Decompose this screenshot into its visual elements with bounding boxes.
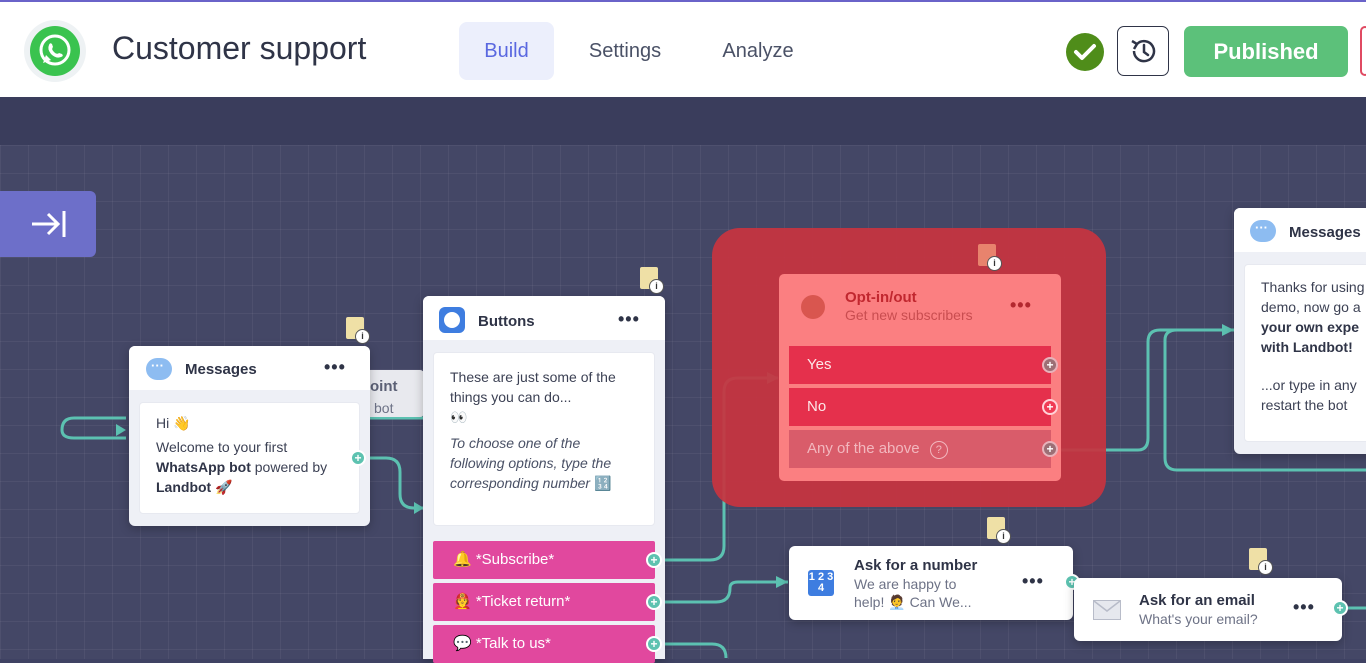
message-text: ...or type in any bbox=[1261, 377, 1357, 393]
node-subtitle: help! 🧑‍💼 Can We... bbox=[854, 594, 972, 610]
output-port[interactable]: + bbox=[1042, 357, 1058, 373]
ask-email-node[interactable]: Ask for an email What's your email? ••• bbox=[1074, 578, 1342, 641]
node-title: Messages bbox=[1289, 224, 1361, 241]
message-bubble: Thanks for using demo, now go a your own… bbox=[1244, 264, 1366, 442]
note-icon[interactable] bbox=[1249, 548, 1273, 575]
note-icon[interactable] bbox=[978, 244, 1002, 271]
node-menu-button[interactable]: ••• bbox=[618, 309, 640, 330]
button-option-talk-to-us[interactable]: 💬 *Talk to us* bbox=[433, 625, 655, 663]
message-bubble: Hi 👋 Welcome to your first WhatsApp bot … bbox=[139, 402, 360, 514]
output-port[interactable]: + bbox=[1042, 441, 1058, 457]
node-menu-button[interactable]: ••• bbox=[1010, 295, 1032, 316]
message-text: demo, now go a bbox=[1261, 299, 1361, 315]
node-subtitle: We are happy to bbox=[854, 576, 957, 592]
messages-node[interactable]: Messages ••• Hi 👋 Welcome to your first … bbox=[129, 346, 370, 526]
starting-point-tag[interactable]: oint bot bbox=[368, 370, 424, 417]
message-text: restart the bot bbox=[1261, 397, 1348, 413]
message-text: Welcome to your first bbox=[156, 439, 288, 455]
message-bold: your own expe bbox=[1261, 319, 1360, 335]
chat-bubble-icon bbox=[1250, 220, 1276, 242]
message-text: These are just some of the things you ca… bbox=[450, 369, 616, 405]
rocket-icon: 🚀 bbox=[215, 479, 233, 495]
message-bubble: These are just some of the things you ca… bbox=[433, 352, 655, 526]
node-subtitle: Get new subscribers bbox=[845, 307, 973, 323]
node-title: Messages bbox=[185, 361, 257, 378]
output-port[interactable]: + bbox=[1332, 600, 1348, 616]
node-title: Buttons bbox=[478, 313, 535, 330]
mail-icon bbox=[1093, 600, 1121, 620]
numbers-icon: 1 2 3 4 bbox=[808, 570, 834, 596]
messages-node[interactable]: Messages Thanks for using demo, now go a… bbox=[1234, 208, 1366, 454]
optin-option-no[interactable]: No bbox=[789, 388, 1051, 426]
chat-bubble-icon bbox=[146, 358, 172, 380]
output-port[interactable]: + bbox=[646, 594, 662, 610]
message-greeting: Hi 👋 bbox=[156, 415, 191, 431]
option-label: Any of the above bbox=[807, 440, 920, 457]
node-title: Ask for a number bbox=[854, 557, 978, 574]
question-circle-icon: ? bbox=[929, 441, 948, 459]
note-icon[interactable] bbox=[346, 317, 370, 344]
button-block-icon bbox=[439, 307, 465, 333]
output-port[interactable]: + bbox=[1042, 399, 1058, 415]
output-port[interactable]: + bbox=[646, 636, 662, 652]
output-port[interactable]: + bbox=[350, 450, 366, 466]
node-menu-button[interactable]: ••• bbox=[324, 357, 346, 378]
start-tag-label: oint bbox=[370, 378, 398, 395]
whatsapp-icon bbox=[801, 295, 825, 319]
node-title: Opt-in/out bbox=[845, 289, 917, 306]
node-menu-button[interactable]: ••• bbox=[1293, 597, 1315, 618]
output-port[interactable]: + bbox=[646, 552, 662, 568]
optin-option-yes[interactable]: Yes bbox=[789, 346, 1051, 384]
note-icon[interactable] bbox=[640, 267, 664, 294]
message-bold: with Landbot! bbox=[1261, 339, 1353, 355]
note-icon[interactable] bbox=[987, 517, 1011, 544]
numbers-icon: 🔢 bbox=[593, 475, 612, 491]
ask-number-node[interactable]: 1 2 3 4 Ask for a number We are happy to… bbox=[789, 546, 1073, 620]
message-text: powered by bbox=[254, 459, 328, 475]
node-subtitle: What's your email? bbox=[1139, 611, 1258, 627]
optin-option-any[interactable]: Any of the above ? bbox=[789, 430, 1051, 468]
button-option-subscribe[interactable]: 🔔 *Subscribe* bbox=[433, 541, 655, 579]
node-menu-button[interactable]: ••• bbox=[1022, 571, 1044, 592]
button-option-ticket-return[interactable]: 🧑‍🚒 *Ticket return* bbox=[433, 583, 655, 621]
message-italic: To choose one of the following options, … bbox=[450, 435, 612, 491]
start-tag-sublabel: bot bbox=[374, 400, 394, 416]
connection-lines bbox=[60, 324, 1366, 659]
message-text: Thanks for using bbox=[1261, 279, 1365, 295]
message-bold: Landbot bbox=[156, 479, 212, 495]
message-bold: WhatsApp bot bbox=[156, 459, 251, 475]
eyes-icon: 👀 bbox=[450, 409, 468, 425]
node-title: Ask for an email bbox=[1139, 592, 1255, 609]
